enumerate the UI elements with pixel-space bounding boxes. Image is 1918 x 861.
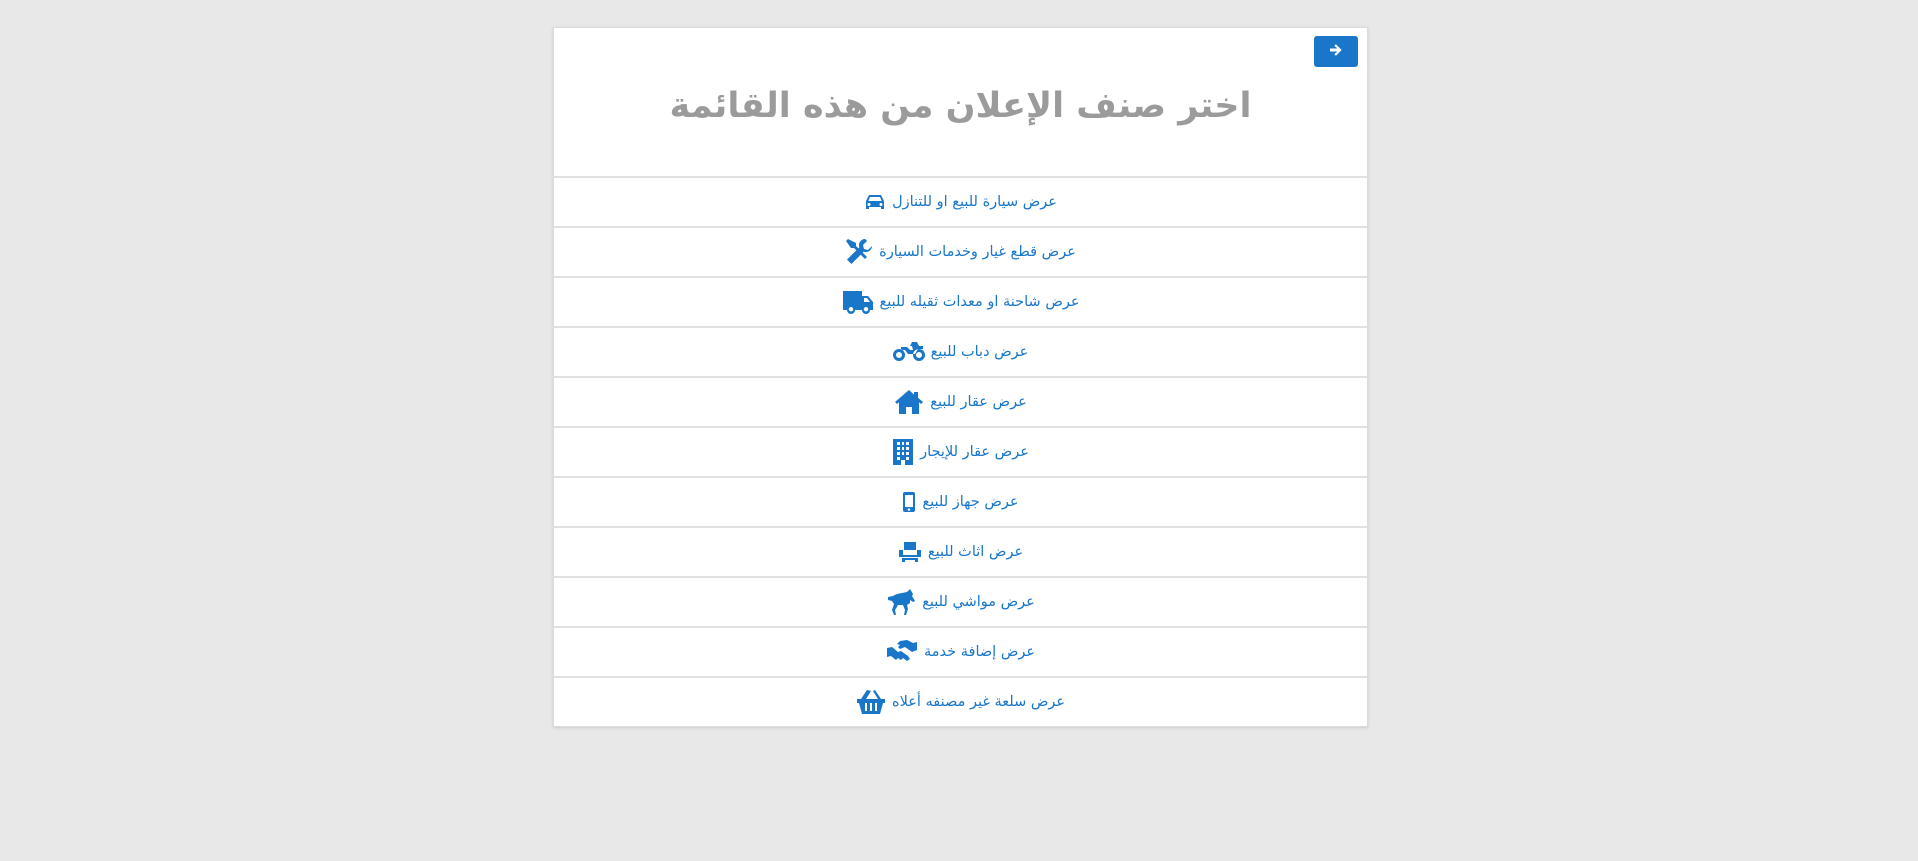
- category-item-parts[interactable]: عرض قطع غيار وخدمات السيارة: [554, 226, 1367, 276]
- truck-icon: [842, 289, 874, 315]
- wrench-screwdriver-icon: [845, 238, 873, 266]
- category-item-car[interactable]: عرض سيارة للبيع او للتنازل: [554, 176, 1367, 226]
- house-icon: [894, 389, 924, 415]
- category-item-motorcycle[interactable]: عرض دباب للبيع: [554, 326, 1367, 376]
- category-item-furniture[interactable]: عرض اثاث للبيع: [554, 526, 1367, 576]
- category-item-service[interactable]: عرض إضافة خدمة: [554, 626, 1367, 676]
- category-item-property-sale[interactable]: عرض عقار للبيع: [554, 376, 1367, 426]
- category-item-label: عرض دباب للبيع: [930, 344, 1029, 360]
- building-icon: [892, 438, 914, 466]
- basket-icon: [856, 689, 886, 715]
- motorcycle-icon: [892, 341, 925, 363]
- category-item-label: عرض جهاز للبيع: [922, 494, 1019, 510]
- category-item-livestock[interactable]: عرض مواشي للبيع: [554, 576, 1367, 626]
- category-item-label: عرض مواشي للبيع: [922, 594, 1035, 610]
- category-item-label: عرض قطع غيار وخدمات السيارة: [879, 244, 1076, 260]
- category-item-label: عرض شاحنة او معدات ثقيله للبيع: [879, 294, 1080, 310]
- category-item-label: عرض إضافة خدمة: [924, 644, 1035, 660]
- category-item-property-rent[interactable]: عرض عقار للإيجار: [554, 426, 1367, 476]
- card-header: اختر صنف الإعلان من هذه القائمة: [554, 28, 1367, 176]
- car-icon: [864, 192, 886, 212]
- armchair-icon: [898, 541, 922, 563]
- page-title: اختر صنف الإعلان من هذه القائمة: [669, 86, 1252, 126]
- category-item-label: عرض عقار للبيع: [930, 394, 1027, 410]
- category-card: اختر صنف الإعلان من هذه القائمة عرض سيار…: [553, 27, 1368, 727]
- mobile-phone-icon: [902, 491, 916, 513]
- handshake-icon: [886, 639, 918, 665]
- category-item-label: عرض اثاث للبيع: [927, 544, 1024, 560]
- category-item-truck[interactable]: عرض شاحنة او معدات ثقيله للبيع: [554, 276, 1367, 326]
- category-item-label: عرض عقار للإيجار: [920, 444, 1029, 460]
- category-item-other[interactable]: عرض سلعة غير مصنفه أعلاه: [554, 676, 1367, 726]
- arrow-right-icon: [1329, 42, 1343, 61]
- category-item-label: عرض سيارة للبيع او للتنازل: [892, 194, 1057, 210]
- category-item-label: عرض سلعة غير مصنفه أعلاه: [891, 694, 1066, 710]
- horse-icon: [886, 588, 916, 616]
- category-item-device[interactable]: عرض جهاز للبيع: [554, 476, 1367, 526]
- back-button[interactable]: [1314, 36, 1358, 67]
- category-list: عرض سيارة للبيع او للتنازل عرض قطع غيار …: [554, 176, 1367, 726]
